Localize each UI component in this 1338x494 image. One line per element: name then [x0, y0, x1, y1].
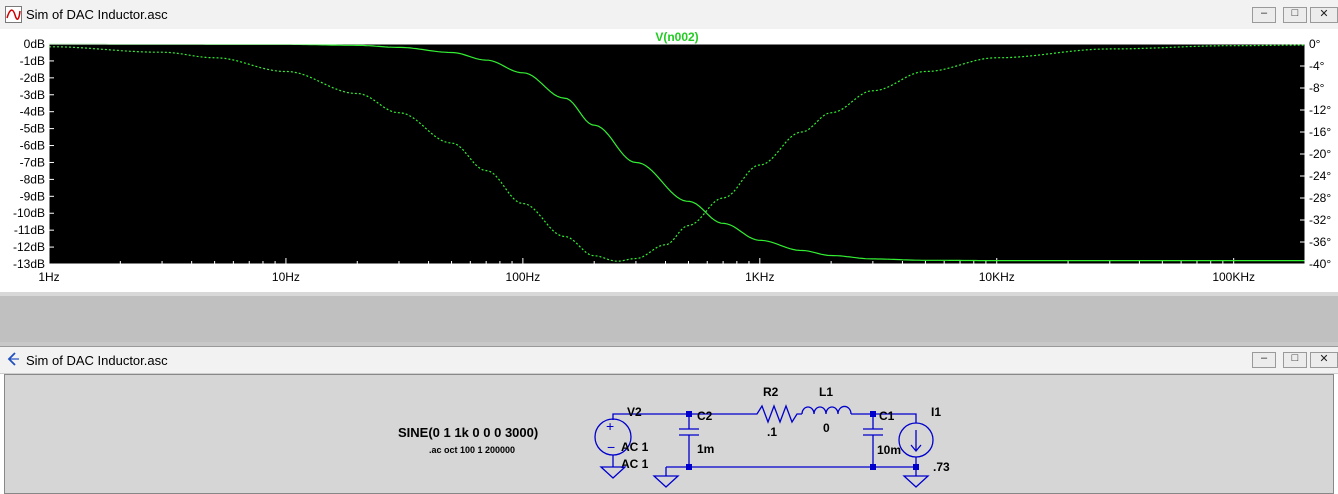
- plot-window-titlebar[interactable]: Sim of DAC Inductor.asc – □ ✕: [0, 0, 1338, 30]
- i1-value[interactable]: .73: [933, 460, 950, 474]
- x-tick-label: 100Hz: [506, 270, 541, 284]
- y-tick-label-left: -8dB: [20, 172, 45, 186]
- c2-value[interactable]: 1m: [697, 442, 714, 456]
- r2-label[interactable]: R2: [763, 385, 779, 399]
- ground-icon: [902, 475, 930, 488]
- plot-window-title: Sim of DAC Inductor.asc: [26, 7, 168, 22]
- capacitor-c2[interactable]: [679, 428, 699, 445]
- maximize-button[interactable]: □: [1283, 7, 1307, 23]
- close-button[interactable]: ✕: [1310, 352, 1338, 368]
- junction-dot: [870, 464, 876, 470]
- c1-value[interactable]: 10m: [877, 443, 901, 457]
- l1-label[interactable]: L1: [819, 385, 833, 399]
- schematic-icon: [7, 352, 19, 366]
- maximize-icon: □: [1291, 352, 1299, 364]
- c1-label[interactable]: C1: [879, 409, 895, 423]
- minus-icon: −: [607, 439, 615, 455]
- y-tick-label-right: -32°: [1309, 213, 1331, 227]
- x-tick-label: 10KHz: [979, 270, 1015, 284]
- trace-label[interactable]: V(n002): [655, 30, 698, 44]
- x-tick-label: 1Hz: [38, 270, 59, 284]
- minimize-icon: –: [1260, 352, 1268, 364]
- y-tick-label-right: 0°: [1309, 37, 1321, 51]
- v2-label[interactable]: V2: [627, 405, 642, 419]
- ground-icon: [652, 475, 680, 488]
- y-tick-label-right: -24°: [1309, 169, 1331, 183]
- y-tick-label-left: -12dB: [13, 240, 45, 254]
- y-tick-label-right: -16°: [1309, 125, 1331, 139]
- y-tick-label-right: -8°: [1309, 81, 1325, 95]
- plot-window: Sim of DAC Inductor.asc – □ ✕ 0dB -1dB -2d…: [0, 0, 1338, 293]
- close-icon: ✕: [1319, 8, 1329, 20]
- y-tick-label-right: -40°: [1309, 257, 1331, 271]
- x-tick-label: 10Hz: [272, 270, 300, 284]
- minimize-button[interactable]: –: [1252, 7, 1276, 23]
- y-tick-label-left: -9dB: [20, 189, 45, 203]
- schematic-drawing[interactable]: SINE(0 1 1k 0 0 0 3000) .ac oct 100 1 20…: [5, 375, 1333, 493]
- v2-ac-label-2[interactable]: AC 1: [621, 457, 649, 471]
- y-tick-label-right: -20°: [1309, 147, 1331, 161]
- r2-value[interactable]: .1: [767, 425, 777, 439]
- y-tick-label-right: -12°: [1309, 103, 1331, 117]
- x-tick-label: 1KHz: [745, 270, 774, 284]
- junction-dot: [686, 411, 692, 417]
- l1-value[interactable]: 0: [823, 421, 830, 435]
- schematic-canvas[interactable]: SINE(0 1 1k 0 0 0 3000) .ac oct 100 1 20…: [4, 374, 1334, 494]
- wire-top-left: [612, 413, 689, 420]
- y-tick-label-left: -1dB: [20, 54, 45, 68]
- waveform-icon: [5, 6, 22, 23]
- y-tick-label-left: -6dB: [20, 139, 45, 153]
- y-tick-label-left: -3dB: [20, 88, 45, 102]
- current-source-i1[interactable]: [898, 422, 934, 458]
- ac-directive[interactable]: .ac oct 100 1 200000: [429, 445, 515, 455]
- minimize-icon: –: [1260, 7, 1268, 19]
- junction-dot: [686, 464, 692, 470]
- v2-ac-label[interactable]: AC 1: [621, 440, 649, 454]
- y-tick-label-left: -5dB: [20, 122, 45, 136]
- y-tick-label-left: -13dB: [13, 257, 45, 271]
- y-tick-label-right: -36°: [1309, 235, 1331, 249]
- y-tick-label-left: 0dB: [24, 37, 45, 51]
- y-tick-label-left: -11dB: [14, 223, 45, 237]
- plot-background: [49, 44, 1305, 264]
- schematic-window-title: Sim of DAC Inductor.asc: [26, 353, 168, 368]
- y-tick-label-right: -28°: [1309, 191, 1331, 205]
- junction-dot: [870, 411, 876, 417]
- resistor-r2[interactable]: [749, 404, 802, 424]
- y-tick-label-left: -10dB: [13, 206, 45, 220]
- y-tick-label-left: -4dB: [20, 105, 45, 119]
- close-icon: ✕: [1319, 353, 1329, 365]
- y-tick-label-left: -2dB: [20, 71, 45, 85]
- close-button[interactable]: ✕: [1310, 7, 1338, 23]
- sine-directive[interactable]: SINE(0 1 1k 0 0 0 3000): [398, 425, 538, 440]
- schematic-window: Sim of DAC Inductor.asc – □ ✕ SINE(0 1 1…: [0, 346, 1338, 494]
- c2-label[interactable]: C2: [697, 409, 713, 423]
- y-tick-label-left: -7dB: [20, 155, 45, 169]
- maximize-icon: □: [1291, 7, 1299, 19]
- bode-plot[interactable]: 0dB -1dB -2dB -3dB -4dB -5dB -6dB -7dB -8dB -9dB -…: [0, 29, 1338, 291]
- inductor-l1[interactable]: [801, 405, 852, 415]
- maximize-button[interactable]: □: [1283, 352, 1307, 368]
- x-tick-label: 100KHz: [1212, 270, 1255, 284]
- plus-icon: +: [606, 418, 614, 434]
- y-tick-label-right: -4°: [1309, 59, 1325, 73]
- minimize-button[interactable]: –: [1252, 352, 1276, 368]
- i1-label[interactable]: I1: [931, 405, 941, 419]
- plot-area[interactable]: 0dB -1dB -2dB -3dB -4dB -5dB -6dB -7dB -8dB -9dB -…: [0, 29, 1338, 291]
- mdi-background: [0, 292, 1338, 342]
- schematic-window-titlebar[interactable]: Sim of DAC Inductor.asc – □ ✕: [0, 347, 1338, 374]
